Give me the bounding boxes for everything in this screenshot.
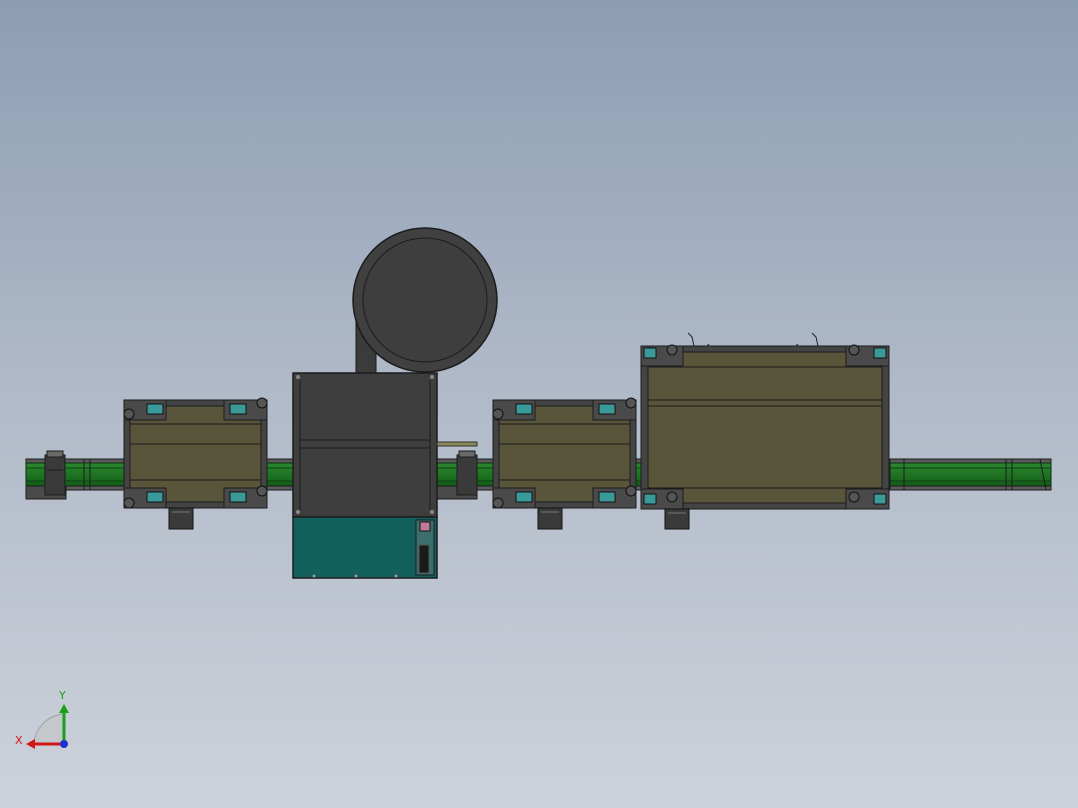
- filler-hopper[interactable]: [352, 227, 498, 375]
- station-3-frame[interactable]: [640, 332, 890, 530]
- cad-graphics-area[interactable]: Y X: [0, 0, 1078, 808]
- control-panel[interactable]: [292, 516, 438, 579]
- z-axis-dot: [60, 740, 68, 748]
- y-axis-arrowhead: [59, 704, 69, 713]
- y-axis-label: Y: [58, 689, 66, 702]
- station-2-frame[interactable]: [492, 397, 637, 530]
- x-axis-label: X: [15, 734, 23, 747]
- coordinate-triad: Y X: [15, 689, 69, 749]
- station-1-frame[interactable]: [123, 397, 268, 530]
- assembly-model-view[interactable]: Y X: [0, 0, 1078, 808]
- x-axis-arrowhead: [26, 739, 35, 749]
